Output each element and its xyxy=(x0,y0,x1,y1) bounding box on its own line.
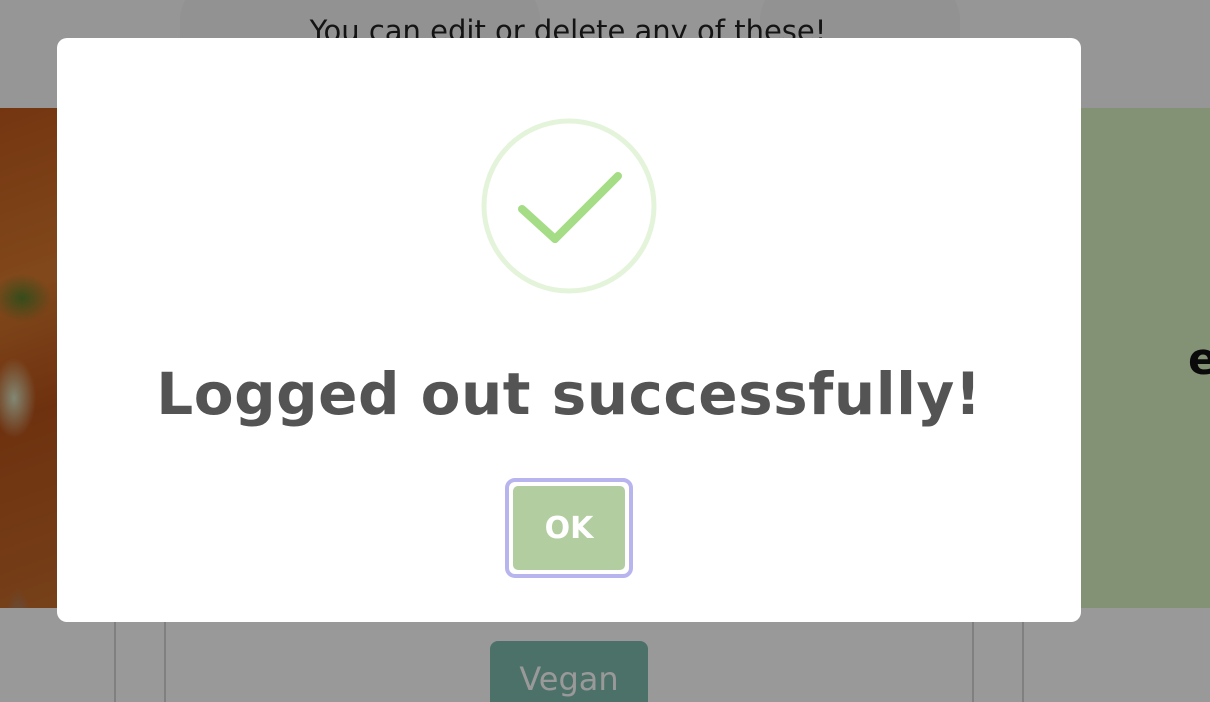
success-dialog: Logged out successfully! OK xyxy=(57,38,1081,622)
ok-button-label: OK xyxy=(513,486,625,570)
dialog-title: Logged out successfully! xyxy=(156,360,982,428)
success-check-icon xyxy=(481,118,657,294)
ok-button[interactable]: OK xyxy=(505,478,633,578)
page: You can edit or delete any of these! e V… xyxy=(0,0,1210,702)
